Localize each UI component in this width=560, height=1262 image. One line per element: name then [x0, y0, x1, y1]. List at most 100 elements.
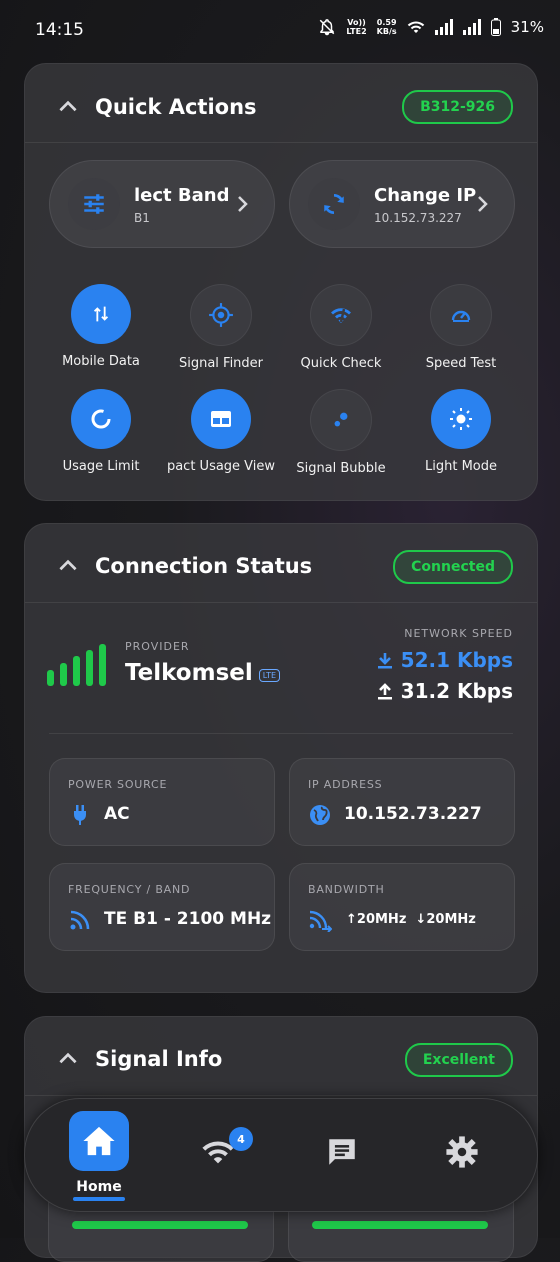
- mobile-data-toggle[interactable]: Mobile Data: [41, 284, 161, 369]
- upload-speed-value: 31.2 Kbps: [400, 679, 513, 703]
- nav-messages-button[interactable]: [325, 1135, 359, 1169]
- network-speed-label: NETWORK SPEED: [404, 627, 513, 640]
- light-mode-label: Light Mode: [425, 459, 497, 474]
- chevron-up-icon[interactable]: [55, 94, 81, 120]
- bandwidth-values: ↑20MHz ↓20MHz: [346, 912, 476, 927]
- change-ip-label: Change IP: [374, 185, 477, 206]
- status-icons: Vo)) LTE2 0.59 KB/s 31%: [318, 18, 544, 36]
- wifi-check-icon: [310, 284, 372, 346]
- usage-limit-toggle[interactable]: Usage Limit: [41, 389, 161, 474]
- signal-sim2-icon: [462, 19, 481, 35]
- section-divider: [49, 733, 513, 734]
- globe-icon: [310, 805, 330, 825]
- speed-test-label: Speed Test: [425, 356, 497, 371]
- quick-actions-title: Quick Actions: [95, 95, 257, 119]
- signal-finder-button[interactable]: Signal Finder: [161, 284, 281, 371]
- signal-info-header[interactable]: Signal Info: [55, 1044, 222, 1074]
- ip-address-box: IP ADDRESS 10.152.73.227: [289, 758, 515, 846]
- status-time: 14:15: [35, 20, 84, 40]
- header-divider: [25, 1095, 537, 1096]
- provider-row: Telkomsel LTE: [125, 660, 281, 686]
- select-band-button[interactable]: lect Band B1: [49, 160, 275, 248]
- signal-strength-bar: [312, 1221, 488, 1229]
- connection-status-title: Connection Status: [95, 554, 313, 578]
- sun-icon: [431, 389, 491, 449]
- signal-quality-badge: Excellent: [404, 1043, 513, 1077]
- header-divider: [25, 142, 537, 143]
- net-speed-indicator: 0.59 KB/s: [376, 18, 397, 36]
- network-type-badge: LTE: [258, 669, 281, 682]
- light-mode-toggle[interactable]: Light Mode: [401, 389, 521, 474]
- download-icon: [377, 653, 392, 669]
- signal-info-title: Signal Info: [95, 1047, 223, 1071]
- upload-speed: 31.2 Kbps: [377, 679, 513, 703]
- change-ip-value: 10.152.73.227: [374, 211, 462, 225]
- power-source-value: AC: [104, 804, 130, 824]
- download-speed: 52.1 Kbps: [377, 648, 513, 672]
- provider-name: Telkomsel: [125, 660, 253, 686]
- quick-check-button[interactable]: Quick Check: [281, 284, 401, 371]
- data-arrows-icon: [71, 284, 131, 344]
- bandwidth-box: BANDWIDTH ↑20MHz ↓20MHz: [289, 863, 515, 951]
- upload-icon: [377, 683, 392, 700]
- arrow-up-icon: ↑: [346, 912, 357, 927]
- battery-percent: 31%: [510, 18, 544, 36]
- nav-home-label: Home: [76, 1179, 122, 1195]
- nav-settings-button[interactable]: [445, 1135, 479, 1169]
- connection-state-badge: Connected: [393, 550, 513, 584]
- frequency-band-value: TE B1 - 2100 MHz: [104, 909, 272, 929]
- chevron-right-icon: [238, 196, 248, 212]
- speed-test-button[interactable]: Speed Test: [401, 284, 521, 371]
- select-band-value: B1: [134, 211, 150, 225]
- select-band-label: lect Band: [134, 185, 230, 206]
- frequency-band-box: FREQUENCY / BAND TE B1 - 2100 MHz: [49, 863, 275, 951]
- battery-icon: [490, 18, 501, 36]
- power-source-box: POWER SOURCE AC: [49, 758, 275, 846]
- signal-bars-icon: [47, 644, 106, 686]
- volte-indicator: Vo)) LTE2: [346, 18, 367, 36]
- signal-strength-bar: [72, 1221, 248, 1229]
- layout-icon: [191, 389, 251, 449]
- quick-actions-header[interactable]: Quick Actions: [55, 92, 257, 122]
- connection-status-header[interactable]: Connection Status: [55, 551, 312, 581]
- compact-usage-view-label: pact Usage View: [166, 459, 276, 474]
- change-ip-button[interactable]: Change IP 10.152.73.227: [289, 160, 515, 248]
- device-model-badge: B312-926: [402, 90, 513, 124]
- plug-icon: [74, 805, 86, 825]
- ip-address-label: IP ADDRESS: [308, 778, 383, 791]
- status-bar: 14:15 Vo)) LTE2 0.59 KB/s 31%: [0, 0, 560, 62]
- download-speed-value: 52.1 Kbps: [400, 648, 513, 672]
- signal-sim1-icon: [434, 19, 453, 35]
- bottom-navigation: Home 4: [24, 1098, 538, 1212]
- home-icon: [83, 1126, 115, 1156]
- dnd-bell-off-icon: [320, 19, 335, 36]
- nav-active-indicator: [73, 1197, 125, 1201]
- power-source-label: POWER SOURCE: [68, 778, 168, 791]
- bandwidth-label: BANDWIDTH: [308, 883, 385, 896]
- ring-icon: [71, 389, 131, 449]
- wifi-status-icon: [407, 21, 424, 33]
- rss-icon: [70, 910, 90, 930]
- sliders-icon: [68, 178, 120, 230]
- bandwidth-down-value: 20MHz: [426, 912, 476, 927]
- refresh-icon: [308, 178, 360, 230]
- provider-label: PROVIDER: [125, 640, 190, 653]
- connection-status-card: Connection Status Connected PROVIDER Tel…: [24, 523, 538, 993]
- wifi-clients-badge: 4: [229, 1127, 253, 1151]
- chevron-up-icon[interactable]: [55, 553, 81, 579]
- nav-home-button[interactable]: [69, 1111, 129, 1171]
- signal-bubble-label: Signal Bubble: [296, 461, 386, 476]
- mobile-data-label: Mobile Data: [62, 354, 140, 369]
- arrow-down-icon: ↓: [415, 912, 427, 927]
- crosshair-icon: [190, 284, 252, 346]
- chevron-up-icon[interactable]: [55, 1046, 81, 1072]
- bandwidth-icon: [309, 910, 332, 932]
- compact-usage-view-toggle[interactable]: pact Usage View: [161, 389, 281, 474]
- bandwidth-up-value: 20MHz: [356, 912, 407, 927]
- quick-actions-card: Quick Actions B312-926 lect Band B1 Chan…: [24, 63, 538, 501]
- usage-limit-label: Usage Limit: [62, 459, 140, 474]
- speedometer-icon: [430, 284, 492, 346]
- signal-bubble-button[interactable]: Signal Bubble: [281, 389, 401, 476]
- ip-address-value: 10.152.73.227: [344, 804, 482, 824]
- quick-check-label: Quick Check: [300, 356, 382, 371]
